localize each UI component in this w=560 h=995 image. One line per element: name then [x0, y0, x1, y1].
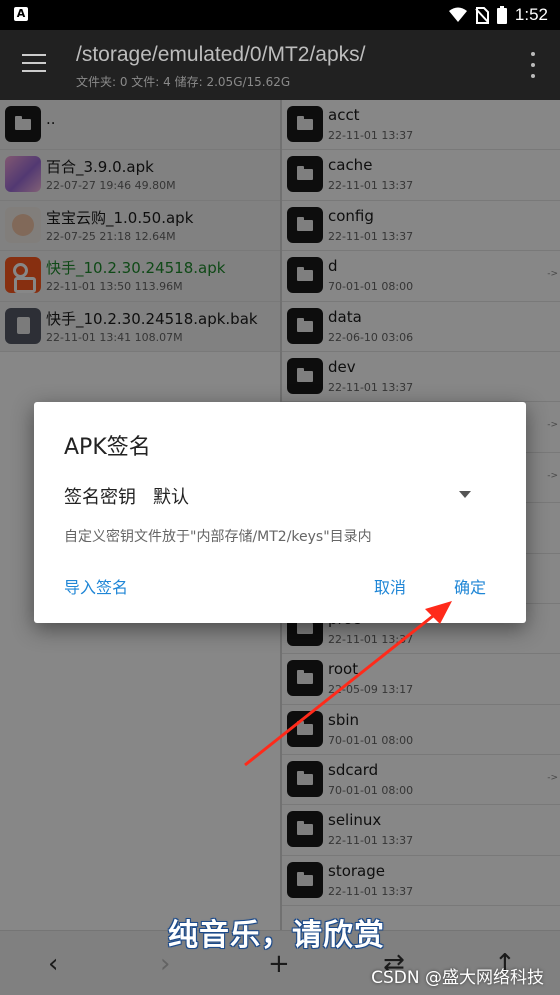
signing-key-select[interactable]: 默认: [153, 483, 189, 509]
notification-app-icon: A: [14, 7, 28, 21]
signing-key-label: 签名密钥: [64, 487, 136, 508]
wifi-icon: [448, 7, 467, 22]
storage-stats: 文件夹: 0 文件: 4 储存: 2.05G/15.62G: [76, 75, 291, 89]
keys-hint-text: 自定义密钥文件放于"内部存储/MT2/keys"目录内: [64, 529, 372, 545]
menu-icon[interactable]: [22, 54, 48, 76]
dialog-title: APK签名: [64, 435, 151, 460]
current-path: /storage/emulated/0/MT2/apks/: [76, 43, 366, 66]
confirm-button[interactable]: 确定: [454, 574, 486, 598]
video-subtitle: 纯音乐，请欣赏: [168, 918, 385, 953]
toolbar: /storage/emulated/0/MT2/apks/ 文件夹: 0 文件:…: [0, 30, 560, 100]
status-icons: 1:52: [448, 5, 548, 25]
status-bar: A 1:52: [0, 0, 560, 30]
dropdown-caret-icon[interactable]: [459, 491, 471, 498]
more-options-icon[interactable]: [530, 52, 536, 78]
csdn-watermark: CSDN @盛大网络科技: [371, 968, 544, 988]
cancel-button[interactable]: 取消: [374, 574, 406, 598]
apk-sign-dialog: APK签名 签名密钥 默认 自定义密钥文件放于"内部存储/MT2/keys"目录…: [34, 402, 526, 623]
clock: 1:52: [514, 5, 548, 24]
no-sim-icon: [475, 6, 489, 24]
battery-icon: [496, 6, 507, 24]
import-signature-button[interactable]: 导入签名: [64, 574, 128, 598]
